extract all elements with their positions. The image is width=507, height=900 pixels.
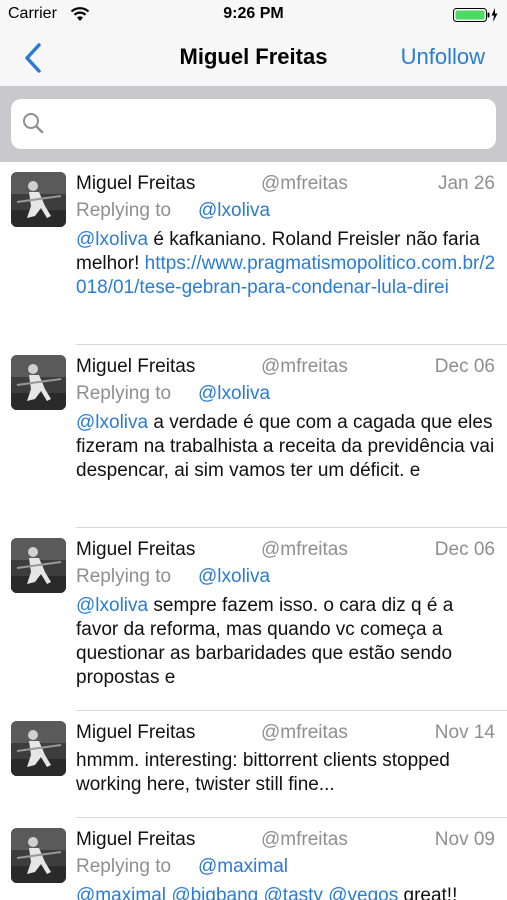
replying-to-label: Replying to xyxy=(76,383,172,404)
navigation-bar: Miguel Freitas Unfollow xyxy=(0,30,507,86)
avatar[interactable] xyxy=(11,828,66,883)
tweet-text: hmmm. interesting: bittorrent clients st… xyxy=(76,750,450,795)
tweet-author-handle: @mfreitas xyxy=(261,829,348,850)
tweet-list[interactable]: Miguel Freitas @mfreitas Jan 26 Replying… xyxy=(0,162,507,900)
battery-icon xyxy=(453,8,498,22)
tweet-author-handle: @mfreitas xyxy=(261,722,348,743)
mention-link[interactable]: @bigbang xyxy=(171,885,258,900)
mention-link[interactable]: @lxoliva xyxy=(76,595,148,616)
tweet-item[interactable]: Miguel Freitas @mfreitas Dec 06 Replying… xyxy=(0,345,507,528)
search-bar xyxy=(0,86,507,162)
tweet-author-name: Miguel Freitas xyxy=(76,722,196,743)
avatar[interactable] xyxy=(11,172,66,227)
replying-to-user-link[interactable]: @lxoliva xyxy=(198,383,270,405)
tweet-date: Nov 14 xyxy=(434,722,495,743)
unfollow-button[interactable]: Unfollow xyxy=(401,44,485,70)
mention-link[interactable]: @lxoliva xyxy=(76,229,148,250)
mention-link[interactable]: @lxoliva xyxy=(76,412,148,433)
replying-to-user-link[interactable]: @maximal xyxy=(198,856,288,878)
replying-to-label: Replying to xyxy=(76,200,172,221)
tweet-date: Dec 06 xyxy=(434,539,495,560)
tweet-author-handle: @mfreitas xyxy=(261,539,348,560)
tweet-item[interactable]: Miguel Freitas @mfreitas Nov 14 hmmm. in… xyxy=(0,711,507,818)
tweet-item[interactable]: Miguel Freitas @mfreitas Jan 26 Replying… xyxy=(0,162,507,345)
mention-link[interactable]: @maximal xyxy=(76,885,166,900)
mention-link[interactable]: @tasty xyxy=(264,885,323,900)
tweet-author-name: Miguel Freitas xyxy=(76,539,196,560)
tweet-text-body: great!! xyxy=(398,885,458,900)
tweet-date: Nov 09 xyxy=(434,829,495,850)
tweet-text: @lxoliva sempre fazem isso. o cara diz q… xyxy=(76,594,496,690)
tweet-author-name: Miguel Freitas xyxy=(76,356,196,377)
search-input[interactable] xyxy=(53,107,487,143)
tweet-date: Dec 06 xyxy=(434,356,495,377)
mention-link[interactable]: @vegos xyxy=(328,885,398,900)
status-time: 9:26 PM xyxy=(223,5,284,22)
tweet-date: Jan 26 xyxy=(437,173,495,194)
tweet-item[interactable]: Miguel Freitas @mfreitas Nov 09 Replying… xyxy=(0,818,507,900)
tweet-author-handle: @mfreitas xyxy=(261,173,348,194)
search-field[interactable] xyxy=(11,99,496,149)
replying-to-label: Replying to xyxy=(76,856,172,877)
status-bar: Carrier 9:26 PM xyxy=(0,0,507,30)
avatar[interactable] xyxy=(11,355,66,410)
tweet-item[interactable]: Miguel Freitas @mfreitas Dec 06 Replying… xyxy=(0,528,507,711)
tweet-text: @lxoliva a verdade é que com a cagada qu… xyxy=(76,411,496,483)
tweet-author-name: Miguel Freitas xyxy=(76,173,196,194)
replying-to-user-link[interactable]: @lxoliva xyxy=(198,200,270,222)
search-icon xyxy=(23,113,44,134)
tweet-text: @maximal @bigbang @tasty @vegos great!! xyxy=(76,884,496,900)
replying-to-label: Replying to xyxy=(76,566,172,587)
replying-to-user-link[interactable]: @lxoliva xyxy=(198,566,270,588)
tweet-author-handle: @mfreitas xyxy=(261,356,348,377)
tweet-author-name: Miguel Freitas xyxy=(76,829,196,850)
avatar[interactable] xyxy=(11,721,66,776)
tweet-text: @lxoliva é kafkaniano. Roland Freisler n… xyxy=(76,228,496,300)
avatar[interactable] xyxy=(11,538,66,593)
